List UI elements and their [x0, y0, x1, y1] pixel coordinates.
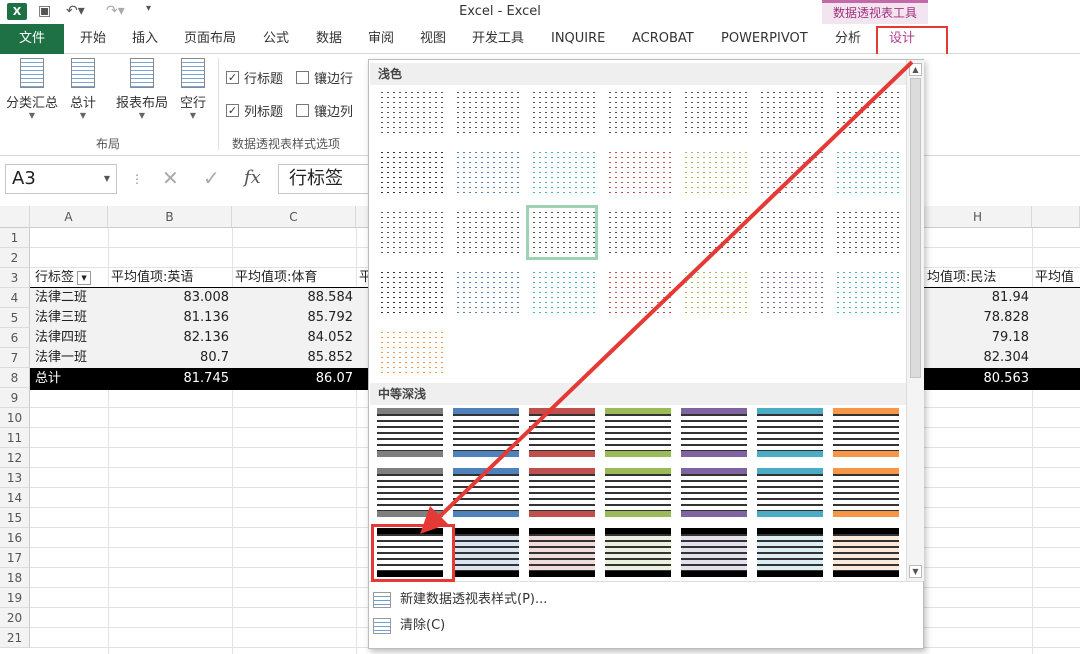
annotation-arrow [420, 60, 914, 534]
